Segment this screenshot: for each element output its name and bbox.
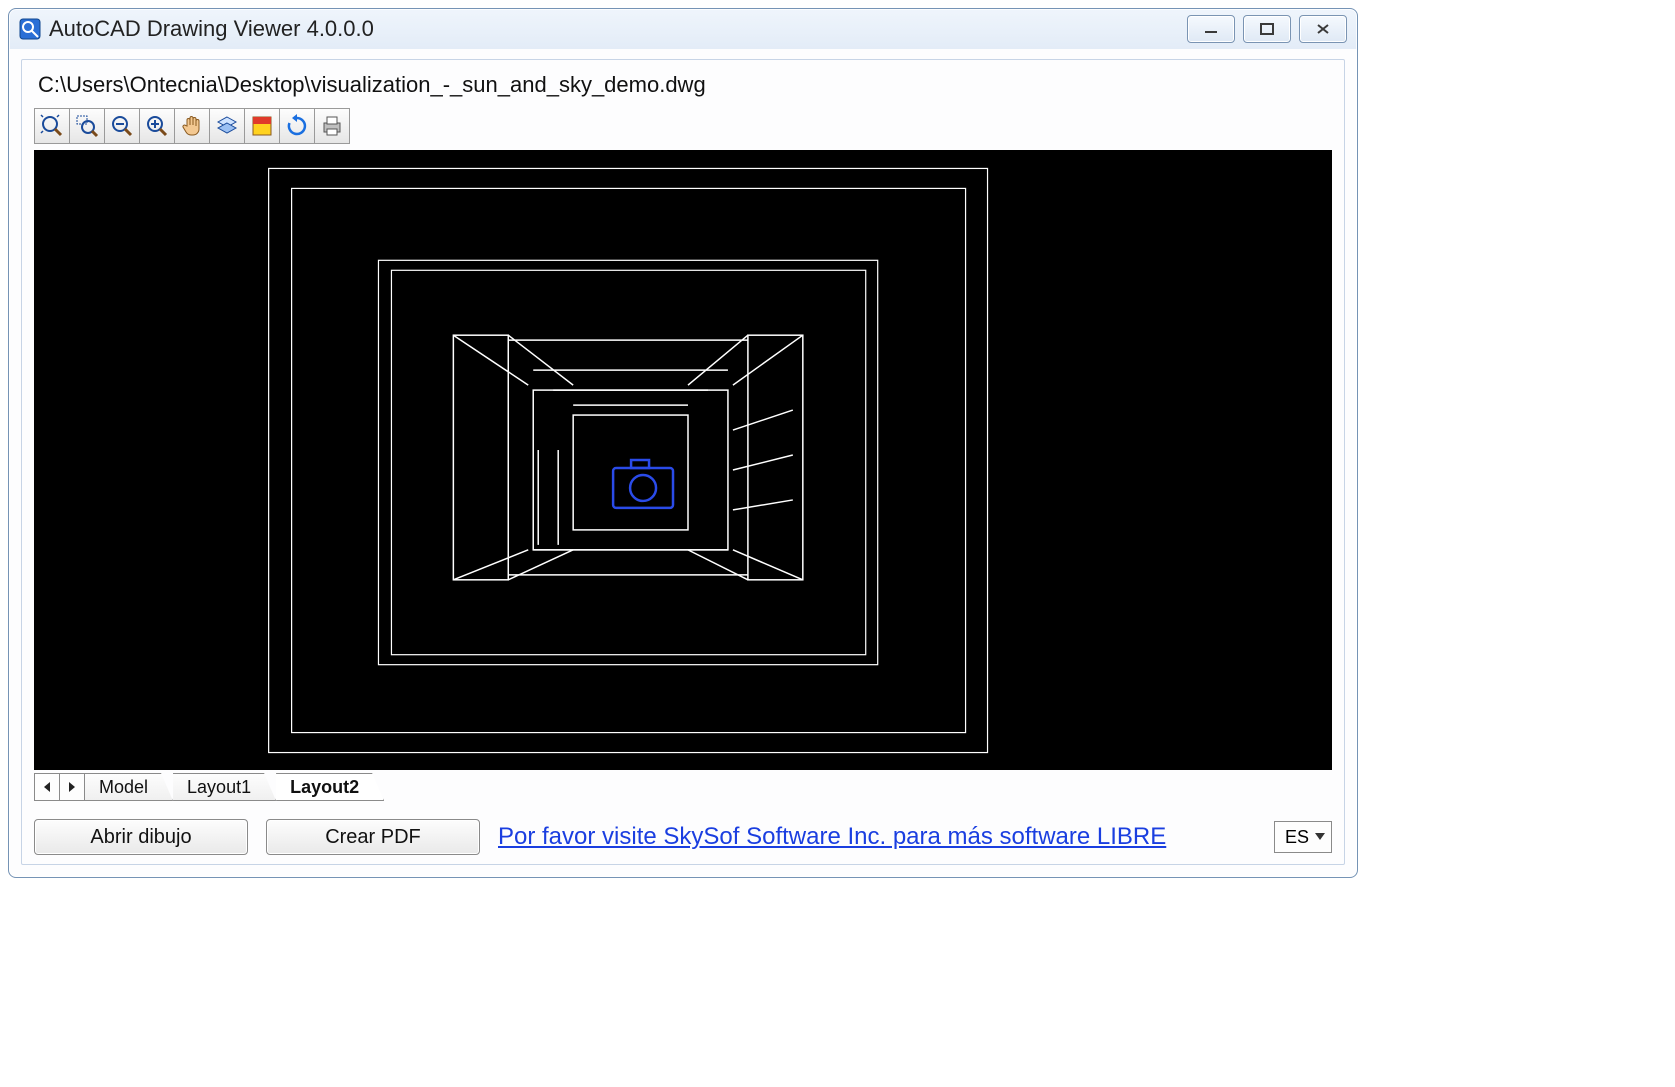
tab-scroll-right[interactable] [60,774,84,800]
layout-tabs: Model Layout1 Layout2 [34,769,1332,801]
create-pdf-button[interactable]: Crear PDF [266,819,480,855]
bottom-bar: Abrir dibujo Crear PDF Por favor visite … [34,819,1332,855]
tab-label: Layout2 [290,777,359,798]
color-box-icon [249,113,275,139]
app-icon [19,18,41,40]
app-window: AutoCAD Drawing Viewer 4.0.0.0 C:\Users\ [8,8,1358,878]
zoom-window-icon [74,113,100,139]
tab-layout1[interactable]: Layout1 [173,773,276,801]
tab-scroll [34,773,85,801]
layers-icon [214,113,240,139]
pan-button[interactable] [174,108,210,144]
maximize-button[interactable] [1243,15,1291,43]
client-area: C:\Users\Ontecnia\Desktop\visualization_… [21,59,1345,865]
tab-model[interactable]: Model [85,773,173,801]
layers-button[interactable] [209,108,245,144]
printer-icon [319,113,345,139]
language-select[interactable]: ES [1274,821,1332,853]
print-button[interactable] [314,108,350,144]
zoom-extents-icon [39,113,65,139]
titlebar: AutoCAD Drawing Viewer 4.0.0.0 [9,9,1357,49]
zoom-in-icon [144,113,170,139]
link-text: Por favor visite SkySof Software Inc. pa… [498,823,1166,850]
window-controls [1187,15,1347,43]
window-title: AutoCAD Drawing Viewer 4.0.0.0 [49,16,374,42]
zoom-window-button[interactable] [69,108,105,144]
tab-label: Layout1 [187,777,251,798]
chevron-down-icon [1315,833,1325,841]
tab-scroll-left[interactable] [35,774,60,800]
drawing-viewport[interactable] [34,150,1332,770]
zoom-in-button[interactable] [139,108,175,144]
regen-button[interactable] [279,108,315,144]
zoom-extents-button[interactable] [34,108,70,144]
zoom-out-icon [109,113,135,139]
minimize-button[interactable] [1187,15,1235,43]
tab-label: Model [99,777,148,798]
file-path: C:\Users\Ontecnia\Desktop\visualization_… [38,72,1332,98]
open-drawing-button[interactable]: Abrir dibujo [34,819,248,855]
colors-button[interactable] [244,108,280,144]
toolbar [34,108,1332,144]
language-value: ES [1285,827,1309,848]
refresh-icon [284,113,310,139]
button-label: Crear PDF [325,826,421,849]
skysof-link[interactable]: Por favor visite SkySof Software Inc. pa… [498,823,1166,851]
zoom-out-button[interactable] [104,108,140,144]
hand-icon [179,113,205,139]
button-label: Abrir dibujo [90,826,191,849]
close-button[interactable] [1299,15,1347,43]
tab-layout2[interactable]: Layout2 [276,773,384,801]
